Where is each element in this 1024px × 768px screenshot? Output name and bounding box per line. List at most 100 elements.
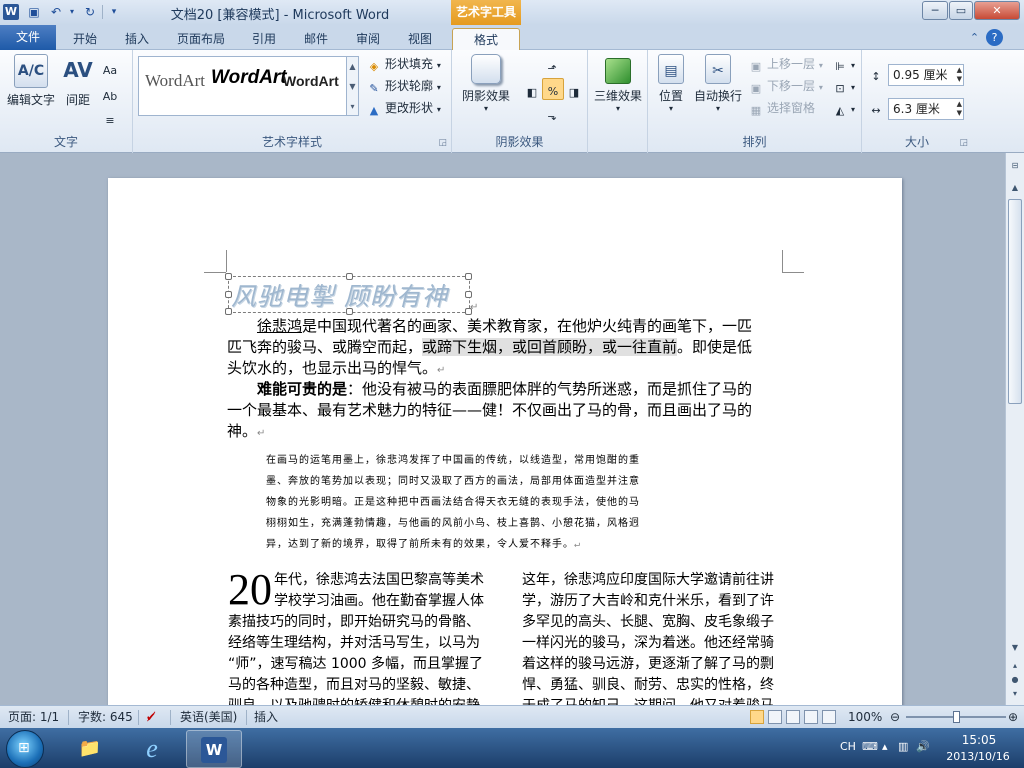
resize-handle[interactable] bbox=[225, 291, 232, 298]
scroll-thumb[interactable] bbox=[1008, 199, 1022, 404]
wordart-object[interactable]: 风驰电掣 顾盼有神 bbox=[225, 273, 472, 315]
three-d-effect-button[interactable]: 三维效果 ▾ bbox=[590, 54, 646, 113]
edit-text-button[interactable]: A/C 编辑文字 bbox=[4, 54, 58, 108]
resize-handle[interactable] bbox=[225, 273, 232, 280]
resize-handle[interactable] bbox=[465, 273, 472, 280]
shadow-on-off-icon[interactable]: % bbox=[542, 78, 564, 100]
print-layout-icon[interactable] bbox=[750, 710, 764, 724]
restore-button[interactable]: ▭ bbox=[949, 1, 973, 20]
input-language-indicator[interactable]: CH bbox=[840, 740, 856, 753]
tab-insert[interactable]: 插入 bbox=[114, 28, 160, 50]
close-button[interactable]: ✕ bbox=[974, 1, 1020, 20]
align-button[interactable]: ≡ bbox=[102, 108, 121, 128]
tab-format[interactable]: 格式 bbox=[452, 28, 520, 50]
paragraph-mark: ↵ bbox=[574, 539, 582, 550]
column-line: 学，游历了大吉岭和克什米乐，看到了许 bbox=[522, 593, 774, 609]
dialog-launcher-icon[interactable]: ◲ bbox=[438, 138, 447, 148]
send-backward-button[interactable]: ▣ 下移一层 ▾ bbox=[748, 76, 823, 96]
gallery-scroll[interactable]: ▲ ▼ ▾ bbox=[346, 56, 359, 116]
tray-arrow-icon[interactable]: ▴ bbox=[882, 740, 888, 753]
tab-home[interactable]: 开始 bbox=[62, 28, 108, 50]
wordart-style-2[interactable]: WordArt bbox=[211, 67, 287, 89]
vertical-scrollbar[interactable]: ⊟ ▲ ▼ ▴ ● ▾ bbox=[1005, 153, 1024, 705]
column-line: 这年，徐悲鸿应印度国际大学邀请前往讲 bbox=[522, 572, 774, 588]
bring-forward-button[interactable]: ▣ 上移一层 ▾ bbox=[748, 54, 823, 74]
tab-references[interactable]: 引用 bbox=[244, 28, 284, 50]
word-taskbar-icon[interactable]: W bbox=[186, 730, 242, 768]
help-icon[interactable]: ? bbox=[986, 29, 1003, 46]
zoom-level[interactable]: 100% bbox=[848, 706, 882, 728]
resize-handle[interactable] bbox=[346, 273, 353, 280]
selection-pane-button[interactable]: ▦ 选择窗格 bbox=[748, 98, 815, 118]
spinner-icon[interactable]: ▲ ▼ bbox=[957, 66, 962, 84]
nudge-up-icon[interactable]: ⬏ bbox=[544, 56, 563, 76]
minimize-button[interactable]: ─ bbox=[922, 1, 948, 20]
resize-handle[interactable] bbox=[346, 308, 353, 315]
keyboard-icon[interactable]: ⌨ bbox=[862, 740, 878, 753]
spinner-icon[interactable]: ▲ ▼ bbox=[957, 100, 962, 118]
paragraph-mark: ↵ bbox=[470, 302, 479, 313]
tab-view[interactable]: 视图 bbox=[400, 28, 440, 50]
proofing-icon[interactable]: ✔̸ bbox=[146, 706, 156, 728]
chevron-down-icon: ▾ bbox=[818, 83, 823, 92]
network-icon[interactable]: ▥ bbox=[898, 740, 908, 753]
title-bar: W ▣ ↶ ▾ ↻ ▾ 文档20 [兼容模式] - Microsoft Word… bbox=[0, 0, 1024, 25]
word-logo-icon: W bbox=[201, 737, 227, 763]
resize-handle[interactable] bbox=[465, 291, 472, 298]
ruler-toggle-icon[interactable]: ⊟ bbox=[1008, 159, 1022, 173]
nudge-right-icon[interactable]: ◨ bbox=[566, 80, 585, 100]
spacing-button[interactable]: AV 间距 bbox=[60, 54, 96, 108]
nudge-down-icon[interactable]: ⬎ bbox=[544, 104, 563, 124]
tab-page-layout[interactable]: 页面布局 bbox=[168, 28, 234, 50]
outline-view-icon[interactable] bbox=[804, 710, 818, 724]
next-page-icon[interactable]: ▾ bbox=[1008, 687, 1022, 701]
scroll-up-icon[interactable]: ▲ bbox=[1008, 181, 1022, 195]
paint-bucket-icon: ◈ bbox=[369, 60, 379, 73]
even-height-button[interactable]: Aa bbox=[102, 58, 121, 78]
change-shape-button[interactable]: ▲ 更改形状 ▾ bbox=[366, 98, 441, 118]
full-screen-reading-icon[interactable] bbox=[768, 710, 782, 724]
zoom-in-icon[interactable]: ⊕ bbox=[1008, 706, 1018, 728]
page-count[interactable]: 页面: 1/1 bbox=[8, 706, 59, 728]
file-explorer-icon[interactable]: 📁 bbox=[62, 730, 118, 768]
wordart-style-1[interactable]: WordArt bbox=[145, 71, 205, 91]
height-field[interactable]: 0.95 厘米 ▲ ▼ bbox=[888, 64, 964, 86]
word-count[interactable]: 字数: 645 bbox=[78, 706, 133, 728]
clock-date[interactable]: 2013/10/16 bbox=[940, 750, 1016, 763]
language-indicator[interactable]: 英语(美国) bbox=[180, 706, 237, 728]
wordart-text[interactable]: 风驰电掣 顾盼有神 bbox=[231, 277, 448, 313]
tab-file[interactable]: 文件 bbox=[0, 25, 56, 50]
nudge-left-icon[interactable]: ◧ bbox=[524, 80, 543, 100]
shadow-effect-label: 阴影效果 bbox=[461, 89, 510, 103]
width-field[interactable]: 6.3 厘米 ▲ ▼ bbox=[888, 98, 964, 120]
tab-review[interactable]: 审阅 bbox=[348, 28, 388, 50]
clock-time[interactable]: 15:05 bbox=[948, 733, 1010, 747]
insert-mode-indicator[interactable]: 插入 bbox=[254, 706, 278, 728]
internet-explorer-icon[interactable]: e bbox=[124, 730, 180, 768]
position-button[interactable]: ▤ 位置 ▾ bbox=[652, 54, 690, 113]
dialog-launcher-icon[interactable]: ◲ bbox=[959, 138, 968, 148]
shape-fill-button[interactable]: ◈ 形状填充 ▾ bbox=[366, 54, 441, 74]
web-layout-icon[interactable] bbox=[786, 710, 800, 724]
previous-page-icon[interactable]: ▴ bbox=[1008, 659, 1022, 673]
shape-outline-button[interactable]: ✎ 形状轮廓 ▾ bbox=[366, 76, 440, 96]
tab-mailings[interactable]: 邮件 bbox=[296, 28, 336, 50]
zoom-out-icon[interactable]: ⊖ bbox=[890, 706, 900, 728]
rotate-icon[interactable]: ◭ ▾ bbox=[832, 98, 855, 118]
scroll-down-icon[interactable]: ▼ bbox=[1008, 641, 1022, 655]
document-page[interactable]: 风驰电掣 顾盼有神 ↵ 徐悲鸿是中国现代著名的画家、美术教育家，在他炉火纯青的画… bbox=[108, 178, 902, 705]
align-objects-icon[interactable]: ⊫ ▾ bbox=[832, 54, 855, 74]
start-button[interactable]: ⊞ bbox=[6, 730, 44, 768]
vertical-text-button[interactable]: Ab bbox=[102, 84, 121, 104]
draft-view-icon[interactable] bbox=[822, 710, 836, 724]
resize-handle[interactable] bbox=[225, 308, 232, 315]
group-objects-icon[interactable]: ⊡ ▾ bbox=[832, 76, 855, 96]
zoom-slider-thumb[interactable] bbox=[952, 711, 960, 723]
browse-object-icon[interactable]: ● bbox=[1008, 673, 1022, 687]
wordart-style-3[interactable]: WordArt bbox=[283, 73, 339, 89]
column-line: 年代，徐悲鸿去法国巴黎高等美术 bbox=[274, 572, 484, 588]
volume-icon[interactable]: 🔊 bbox=[916, 740, 930, 753]
minimize-ribbon-icon[interactable]: ⌃ bbox=[966, 29, 983, 46]
shadow-effect-button[interactable]: 阴影效果 ▾ bbox=[456, 54, 516, 113]
wrap-text-button[interactable]: ✂ 自动换行 ▾ bbox=[692, 54, 744, 113]
